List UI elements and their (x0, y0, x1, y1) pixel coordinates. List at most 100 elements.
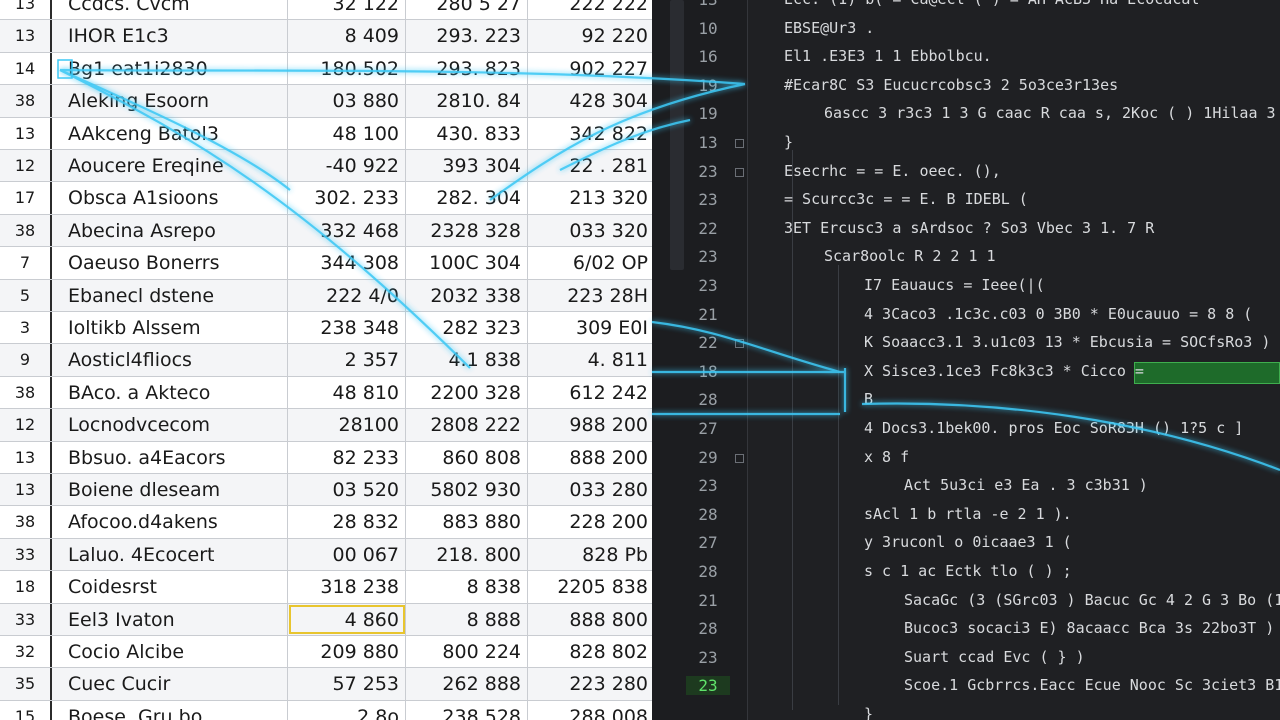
row-number[interactable]: 33 (0, 603, 52, 635)
row-number[interactable]: 7 (0, 247, 52, 279)
table-row[interactable]: 32 Cocio Alcibe 209 880 800 224 828 802 (0, 636, 652, 669)
table-row[interactable]: 17 Obsca A1sioons 302. 233 282. 304 213 320 (0, 182, 652, 215)
table-row[interactable]: 5 Ebanecl dstene 222 4/0 2032 338 223 28H (0, 279, 652, 312)
value-cell[interactable]: 223 28H (528, 280, 652, 311)
value-cell[interactable]: 288 008 (528, 701, 652, 720)
table-row[interactable]: 9 Aosticl4fliocs 2 357 4.1 838 4. 811 (0, 344, 652, 377)
row-number[interactable]: 13 (0, 0, 52, 20)
name-cell[interactable]: Locnodvcecom (52, 409, 288, 441)
value-cell[interactable]: 2200 328 (406, 376, 528, 409)
name-cell[interactable]: Aoucere Ereqine (52, 150, 288, 182)
table-row[interactable]: 12 Locnodvcecom 28100 2808 222 988 200 (0, 409, 652, 442)
name-cell[interactable]: IHOR E1c3 (52, 20, 288, 52)
value-cell[interactable]: 8 838 (406, 571, 528, 603)
value-cell[interactable]: 344 308 (288, 247, 406, 279)
value-cell[interactable]: 033 280 (528, 474, 652, 505)
row-number[interactable]: 33 (0, 538, 52, 571)
table-row[interactable]: 33 Laluo. 4Ecocert 00 067 218. 800 828 Pb (0, 538, 652, 572)
value-cell[interactable]: 32 122 (288, 0, 406, 20)
value-cell[interactable]: 988 200 (528, 409, 652, 440)
row-number[interactable]: 17 (0, 182, 52, 214)
name-cell[interactable]: Aosticl4fliocs (52, 344, 288, 376)
value-cell[interactable]: 612 242 (528, 377, 652, 408)
name-cell[interactable]: Boese. Gru bo (52, 700, 288, 720)
code-line[interactable]: SacaGc (3 (SGrc03 ) Bacuc Gc 4 2 G 3 Bo … (904, 591, 1280, 609)
name-cell[interactable]: Aleking Esoorn (52, 85, 288, 117)
value-cell[interactable]: 48 810 (288, 376, 406, 409)
value-cell[interactable]: 302. 233 (288, 182, 406, 214)
row-number[interactable]: 13 (0, 20, 52, 52)
value-cell[interactable]: 57 253 (288, 668, 406, 700)
value-cell[interactable]: 342 822 (528, 118, 652, 149)
code-line[interactable]: 4 Docs3.1bek00. pros Eoc SoR83H () 1?5 c… (864, 419, 1243, 437)
value-cell[interactable]: 293. 823 (406, 52, 528, 85)
value-cell[interactable]: 393 304 (406, 150, 528, 182)
value-cell[interactable]: 318 238 (288, 571, 406, 603)
value-cell[interactable]: 888 800 (528, 604, 652, 635)
value-cell[interactable]: 2 8o (288, 700, 406, 720)
value-cell[interactable]: 2810. 84 (406, 85, 528, 117)
row-number[interactable]: 12 (0, 150, 52, 182)
name-cell[interactable]: Ccdcs. Cvcm (52, 0, 288, 20)
code-line[interactable]: #Ecar8C S3 Eucucrcobsc3 2 5o3ce3r13es (784, 76, 1118, 94)
value-cell[interactable]: 282 323 (406, 312, 528, 344)
value-cell[interactable]: 218. 800 (406, 538, 528, 571)
table-row[interactable]: 7 Oaeuso Bonerrs 344 308 100C 304 6/02 OP (0, 247, 652, 280)
code-line[interactable]: Act 5u3ci e3 Ea . 3 c3b31 ) (904, 476, 1148, 494)
row-number[interactable]: 13 (0, 441, 52, 473)
value-cell[interactable]: 28 832 (288, 506, 406, 538)
fold-toggle-icon[interactable] (735, 139, 744, 148)
value-cell[interactable]: 828 802 (528, 636, 652, 667)
value-cell[interactable]: 262 888 (406, 668, 528, 700)
value-cell[interactable]: 2 357 (288, 344, 406, 376)
row-number[interactable]: 15 (0, 700, 52, 720)
code-line[interactable]: B (864, 390, 873, 408)
value-cell[interactable]: 883 880 (406, 506, 528, 538)
table-row[interactable]: 18 Coidesrst 318 238 8 838 2205 838 (0, 571, 652, 604)
row-number[interactable]: 35 (0, 668, 52, 700)
row-number[interactable]: 5 (0, 279, 52, 311)
value-cell[interactable]: 22 . 281 (528, 150, 652, 181)
code-line[interactable]: K Soaacc3.1 3.u1c03 13 * Ebcusia = SOCfs… (864, 333, 1270, 351)
value-cell[interactable]: 828 Pb (528, 539, 652, 570)
value-cell[interactable]: 280 5 27 (406, 0, 528, 20)
row-number[interactable]: 12 (0, 409, 52, 441)
value-cell[interactable]: 82 233 (288, 441, 406, 473)
value-cell[interactable]: -40 922 (288, 150, 406, 182)
table-row[interactable]: 35 Cuec Cucir 57 253 262 888 223 280 (0, 668, 652, 701)
code-line[interactable]: 4 3Caco3 .1c3c.c03 0 3B0 * E0ucauuo = 8 … (864, 305, 1252, 323)
value-cell[interactable]: 03 520 (288, 474, 406, 506)
row-number[interactable]: 14 (0, 52, 52, 85)
value-cell[interactable]: 2328 328 (406, 214, 528, 247)
value-cell[interactable]: 293. 223 (406, 20, 528, 52)
code-line[interactable]: EBSE@Ur3 . (784, 19, 874, 37)
row-number[interactable]: 3 (0, 312, 52, 344)
table-row[interactable]: 13 Bbsuo. a4Eacors 82 233 860 808 888 200 (0, 441, 652, 474)
table-row[interactable]: 15 Boese. Gru bo 2 8o 238 528 288 008 (0, 700, 652, 720)
table-row[interactable]: 38 Afocoo.d4akens 28 832 883 880 228 200 (0, 506, 652, 539)
table-row[interactable]: 33 Eel3 Ivaton 4 860 8 888 888 800 (0, 603, 652, 636)
table-row[interactable]: 38 BAco. a Akteco 48 810 2200 328 612 242 (0, 376, 652, 410)
value-cell[interactable]: 213 320 (528, 182, 652, 213)
table-row[interactable]: 13 IHOR E1c3 8 409 293. 223 92 220 (0, 20, 652, 53)
code-line[interactable]: Bucoc3 socaci3 E) 8acaacc Bca 3s 22bo3T … (904, 619, 1280, 637)
name-cell[interactable]: Bbsuo. a4Eacors (52, 441, 288, 473)
name-cell[interactable]: Abecina Asrepo (52, 214, 288, 247)
table-row[interactable]: 38 Abecina Asrepo 332 468 2328 328 033 320 (0, 214, 652, 248)
name-cell[interactable]: Ioltikb Alssem (52, 312, 288, 344)
row-number[interactable]: 38 (0, 376, 52, 409)
value-cell[interactable]: 4. 811 (528, 344, 652, 375)
name-cell[interactable]: Boiene dleseam (52, 474, 288, 506)
value-cell[interactable]: 282. 304 (406, 182, 528, 214)
value-cell[interactable]: 180.502 (288, 52, 406, 85)
row-number[interactable]: 9 (0, 344, 52, 376)
table-row[interactable]: 3 Ioltikb Alssem 238 348 282 323 309 E0I (0, 312, 652, 345)
fold-toggle-icon[interactable] (735, 167, 744, 177)
value-cell[interactable]: 2205 838 (528, 571, 652, 602)
name-cell[interactable]: Bg1 eat1i2830 (52, 52, 288, 85)
value-cell[interactable]: 860 808 (406, 441, 528, 473)
value-cell[interactable]: 228 200 (528, 506, 652, 537)
row-number[interactable]: 38 (0, 85, 52, 117)
value-cell[interactable]: 223 280 (528, 668, 652, 699)
value-cell[interactable]: 00 067 (288, 538, 406, 571)
